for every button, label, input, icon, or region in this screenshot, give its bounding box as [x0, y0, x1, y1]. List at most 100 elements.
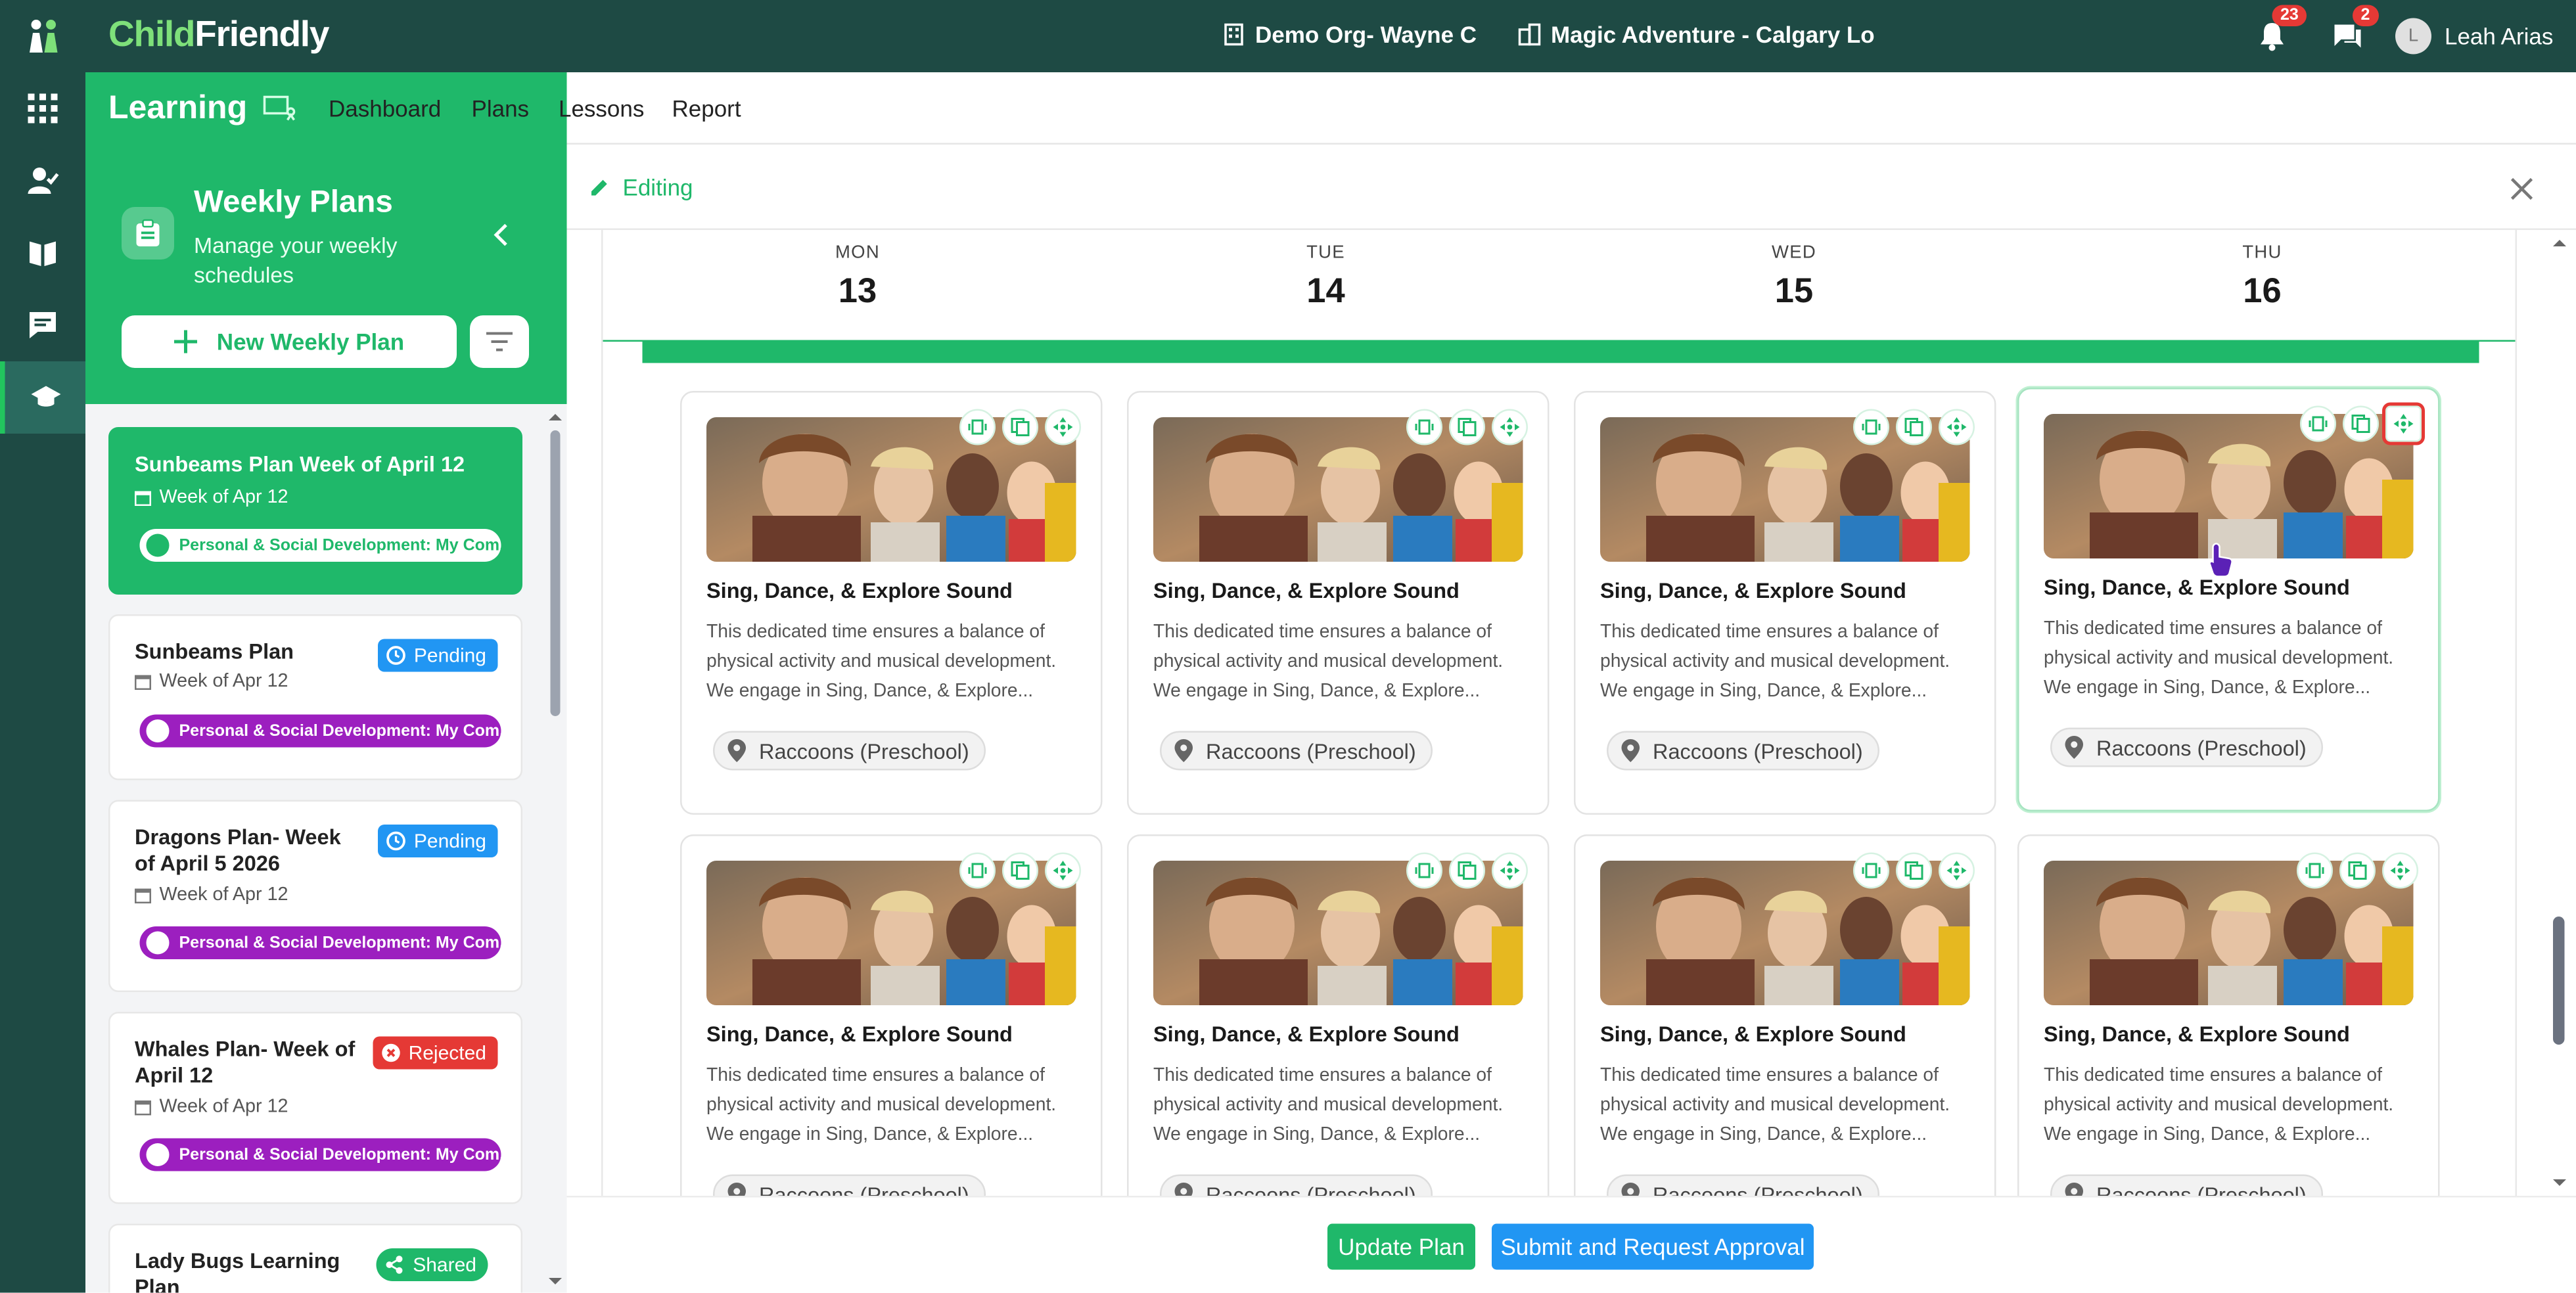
- collapse-sidebar-button[interactable]: [493, 220, 509, 255]
- messages-badge: 2: [2353, 5, 2378, 26]
- grid-icon: [28, 93, 58, 124]
- active-tab-indicator: [453, 139, 545, 145]
- plan-card[interactable]: Sunbeams Plan Pending Week of Apr 12 Per…: [108, 614, 522, 781]
- tab-plans[interactable]: Plans: [472, 95, 530, 122]
- calendar-icon: [135, 1100, 151, 1116]
- copy-icon[interactable]: [1002, 409, 1038, 445]
- activity-card[interactable]: Sing, Dance, & Explore Sound This dedicat…: [680, 834, 1103, 1196]
- tab-report[interactable]: Report: [672, 95, 741, 122]
- move-icon[interactable]: [1939, 852, 1975, 889]
- scroll-down-icon[interactable]: [545, 1275, 565, 1288]
- tab-dashboard[interactable]: Dashboard: [329, 95, 441, 122]
- swap-day-icon[interactable]: [959, 409, 996, 445]
- swap-day-icon[interactable]: [1406, 409, 1442, 445]
- scroll-up-icon[interactable]: [545, 411, 565, 424]
- plan-tag-text: Personal & Social Development: My Com...: [179, 721, 501, 740]
- module-title-text: Learning: [108, 89, 248, 126]
- plan-card[interactable]: Dragons Plan- Week of April 5 2026 Pendi…: [108, 800, 522, 992]
- sidebar-scrollbar[interactable]: [545, 407, 565, 1293]
- plan-tag-text: Personal & Social Development: My Com...: [179, 1145, 501, 1164]
- copy-icon[interactable]: [1449, 852, 1485, 889]
- move-icon[interactable]: [1045, 852, 1081, 889]
- board-scrollbar[interactable]: [2543, 230, 2576, 1196]
- status-badge: Rejected: [372, 1036, 498, 1070]
- activity-card[interactable]: Sing, Dance, & Explore Sound This dedicat…: [1574, 834, 1996, 1196]
- swap-day-icon[interactable]: [2300, 405, 2336, 442]
- tab-lessons[interactable]: Lessons: [559, 95, 644, 122]
- leaf-icon: [146, 931, 170, 955]
- move-icon[interactable]: [1939, 409, 1975, 445]
- submit-approval-button[interactable]: Submit and Request Approval: [1492, 1223, 1814, 1270]
- swap-day-icon[interactable]: [959, 852, 996, 889]
- swap-day-icon[interactable]: [1853, 409, 1889, 445]
- update-plan-button[interactable]: Update Plan: [1327, 1223, 1475, 1270]
- day-header-wed: WED 15: [1728, 243, 1860, 312]
- status-badge: Pending: [377, 825, 498, 857]
- location-chip: Raccoons (Preschool): [713, 731, 986, 771]
- sidebar-subtitle: Manage your weekly schedules: [194, 233, 398, 288]
- activity-card[interactable]: Sing, Dance, & Explore Sound This dedicat…: [2017, 388, 2440, 811]
- status-badge: Pending: [377, 639, 498, 672]
- scroll-down-icon[interactable]: [2550, 1176, 2569, 1189]
- activity-title: Sing, Dance, & Explore Sound: [706, 1022, 1013, 1047]
- activity-card[interactable]: Sing, Dance, & Explore Sound This dedicat…: [1127, 834, 1550, 1196]
- rail-attendance[interactable]: [0, 145, 85, 217]
- user-menu[interactable]: L Leah Arias: [2395, 18, 2553, 55]
- calendar-icon: [135, 491, 151, 506]
- org-selector[interactable]: Demo Org- Wayne C: [1222, 22, 1477, 48]
- copy-icon[interactable]: [1896, 852, 1932, 889]
- location-text: Raccoons (Preschool): [759, 1181, 969, 1196]
- app-logo-icon[interactable]: [23, 16, 62, 56]
- swap-day-icon[interactable]: [1406, 852, 1442, 889]
- day-number: 13: [838, 273, 877, 311]
- copy-icon[interactable]: [1896, 409, 1932, 445]
- editor-bar: Editing: [566, 145, 2576, 230]
- messages-button[interactable]: 2: [2332, 5, 2378, 53]
- activity-card[interactable]: Sing, Dance, & Explore Sound This dedicat…: [680, 391, 1103, 815]
- move-icon[interactable]: [1045, 409, 1081, 445]
- rail-messages[interactable]: [0, 289, 85, 361]
- hand-cursor-icon: [2209, 543, 2233, 578]
- location-building-icon: [1518, 23, 1541, 46]
- card-actions: [959, 409, 1081, 445]
- activity-title: Sing, Dance, & Explore Sound: [2044, 1022, 2350, 1047]
- copy-icon[interactable]: [2339, 852, 2376, 889]
- map-pin-icon: [2065, 1183, 2083, 1196]
- rail-apps[interactable]: [0, 72, 85, 145]
- location-selector[interactable]: Magic Adventure - Calgary Lo: [1518, 22, 1875, 48]
- new-weekly-plan-button[interactable]: New Weekly Plan: [122, 315, 457, 368]
- notifications-button[interactable]: 23: [2256, 5, 2307, 53]
- copy-icon[interactable]: [1002, 852, 1038, 889]
- card-actions: [2300, 402, 2425, 445]
- move-icon[interactable]: [2382, 852, 2418, 889]
- sidebar-scroll-thumb[interactable]: [550, 430, 561, 716]
- filter-button[interactable]: [470, 315, 529, 368]
- swap-day-icon[interactable]: [1853, 852, 1889, 889]
- plan-card[interactable]: Lady Bugs Learning Plan Shared: [108, 1223, 522, 1293]
- board-scroll-thumb[interactable]: [2553, 917, 2565, 1045]
- close-editor-button[interactable]: [2510, 168, 2533, 210]
- map-pin-icon: [727, 739, 746, 762]
- activity-card[interactable]: Sing, Dance, & Explore Sound This dedicat…: [1574, 391, 1996, 815]
- location-chip: Raccoons (Preschool): [713, 1174, 986, 1196]
- plan-week: Week of Apr 12: [135, 488, 288, 508]
- plan-week-text: Week of Apr 12: [159, 671, 288, 692]
- rail-books[interactable]: [0, 217, 85, 289]
- message-icon: [30, 312, 56, 338]
- rail-learning[interactable]: [0, 361, 85, 434]
- org-name: Demo Org- Wayne C: [1255, 21, 1477, 48]
- brand-logo[interactable]: ChildFriendly: [108, 13, 329, 56]
- plan-week-text: Week of Apr 12: [159, 1097, 288, 1117]
- move-icon[interactable]: [2382, 402, 2425, 445]
- plan-card[interactable]: Whales Plan- Week of April 12 Rejected W…: [108, 1012, 522, 1204]
- move-icon[interactable]: [1492, 409, 1528, 445]
- plan-card[interactable]: Sunbeams Plan Week of April 12 Week of A…: [108, 427, 522, 595]
- avatar: L: [2395, 18, 2431, 55]
- activity-card[interactable]: Sing, Dance, & Explore Sound This dedicat…: [2017, 834, 2440, 1196]
- scroll-up-icon[interactable]: [2550, 237, 2569, 250]
- swap-day-icon[interactable]: [2297, 852, 2333, 889]
- move-icon[interactable]: [1492, 852, 1528, 889]
- copy-icon[interactable]: [2343, 405, 2379, 442]
- copy-icon[interactable]: [1449, 409, 1485, 445]
- activity-card[interactable]: Sing, Dance, & Explore Sound This dedicat…: [1127, 391, 1550, 815]
